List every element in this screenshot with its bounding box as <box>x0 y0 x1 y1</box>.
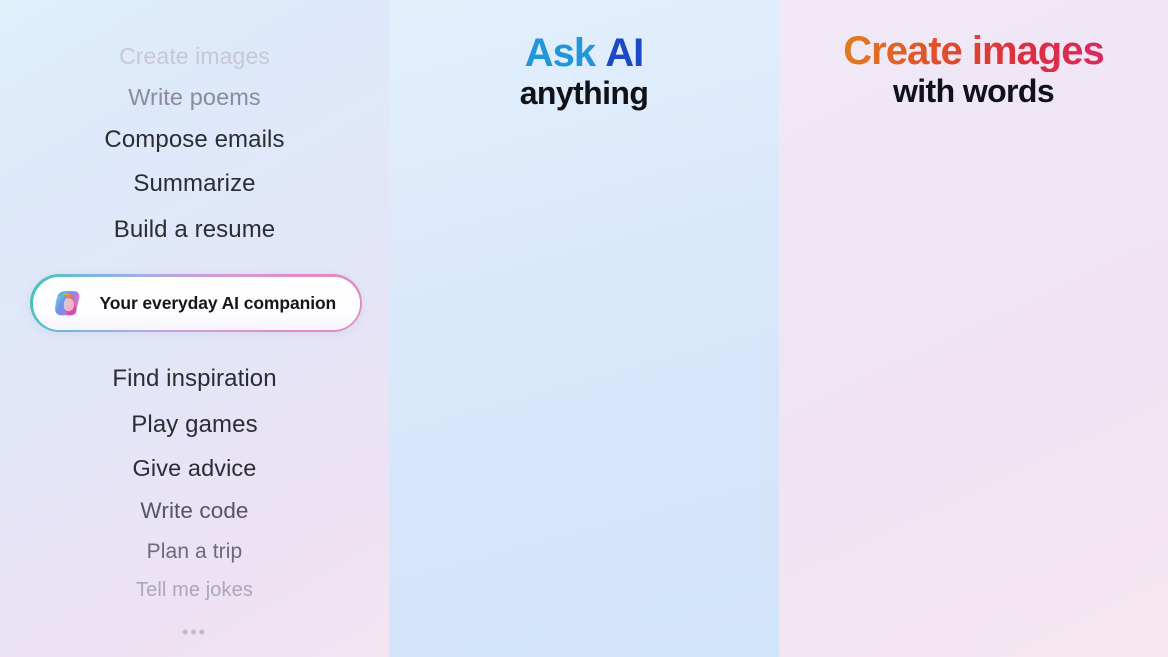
capability-phrase: Tell me jokes <box>136 579 253 601</box>
capability-phrase: Compose emails <box>104 126 285 153</box>
right-heading: Create images with words <box>779 30 1168 109</box>
heading-with-words: with words <box>892 73 1055 109</box>
panel-ask-ai: Ask AI anything 12:15 <box>389 0 779 657</box>
heading-subline: anything <box>519 75 649 111</box>
capability-phrase: Create images <box>119 43 270 69</box>
more-phrases-indicator: ••• <box>182 622 207 642</box>
copilot-logo-icon <box>54 290 79 315</box>
heading-word-ask: Ask <box>524 31 596 75</box>
ai-companion-badge-label: Your everyday AI companion <box>99 292 337 313</box>
capability-phrase: Find inspiration <box>112 365 277 392</box>
capability-phrase: Write poems <box>128 84 261 110</box>
panel-create-images: Create images with words 12:15 <box>779 0 1168 657</box>
heading-create-images: Create images <box>779 30 1168 72</box>
capability-phrase: Plan a trip <box>146 540 243 563</box>
app-store-screenshot-gallery: Create images Write poems Compose emails… <box>0 0 1168 657</box>
capability-phrase: Write code <box>140 498 249 523</box>
panel-capabilities: Create images Write poems Compose emails… <box>0 0 389 657</box>
capability-phrase: Give advice <box>132 455 257 481</box>
capability-phrase: Summarize <box>133 170 256 197</box>
ai-companion-badge[interactable]: Your everyday AI companion <box>30 274 362 332</box>
capability-phrase: Build a resume <box>113 216 276 243</box>
capability-phrase: Play games <box>131 411 258 438</box>
middle-heading: Ask AI anything <box>389 32 779 111</box>
heading-word-ai: AI <box>605 31 644 75</box>
